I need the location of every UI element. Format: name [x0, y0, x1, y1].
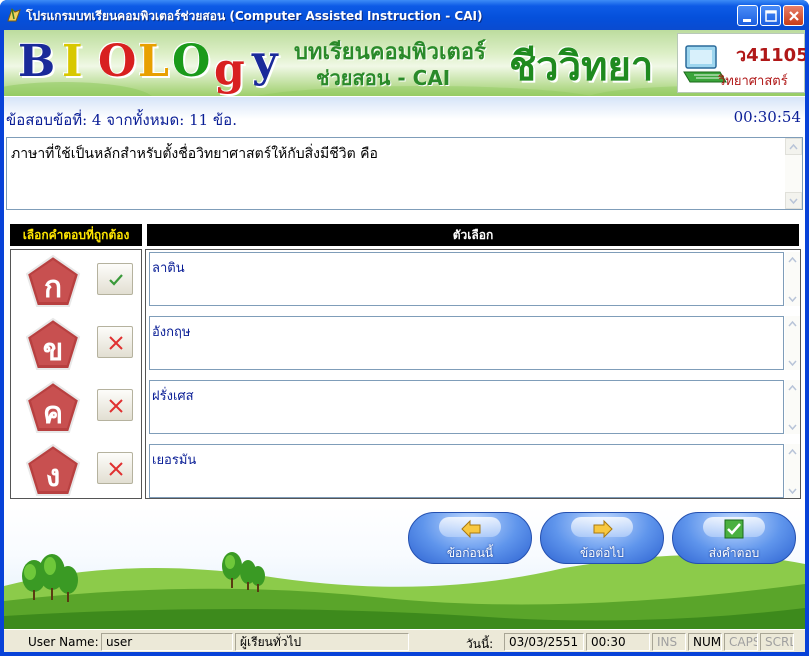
choice-badge-a[interactable]: ก [25, 254, 81, 310]
question-info-bar: ข้อสอบข้อที่: 4 จากทั้งหมด: 11 ข้อ. 00:3… [4, 96, 805, 134]
close-button[interactable] [783, 5, 804, 26]
application-window: โปรแกรมบทเรียนคอมพิวเตอร์ช่วยสอน (Comput… [0, 0, 809, 656]
ins-indicator: INS [652, 633, 686, 651]
course-code-box: ว41105 วิทยาศาสตร์ [677, 33, 805, 93]
cross-icon [109, 399, 123, 413]
banner-subtitle-line2: ช่วยสอน - CAI [316, 66, 451, 90]
choice-column: ก ข ค ง [10, 249, 142, 499]
question-area: ภาษาที่ใช้เป็นหลักสำหรับตั้งชื่อวิทยาศาส… [4, 134, 805, 214]
option-text: ลาติน [152, 261, 185, 276]
choice-letter: ก [43, 270, 63, 305]
arrow-down-icon [788, 424, 797, 431]
question-progress: ข้อสอบข้อที่: 4 จากทั้งหมด: 11 ข้อ. [6, 111, 237, 129]
choice-letter: ง [45, 459, 61, 494]
course-code: ว41105 [736, 45, 805, 66]
user-role-value: ผู้เรียนทั่วไป [235, 633, 409, 651]
banner-title: ชีววิทยา [509, 44, 654, 90]
option-d-textbox[interactable]: เยอรมัน [149, 444, 784, 498]
cross-icon [109, 462, 123, 476]
option-d-scrollbar[interactable] [785, 444, 800, 498]
arrow-up-icon [788, 448, 797, 455]
option-text: เยอรมัน [152, 453, 197, 468]
client-area: B I O L O g y บทเรียนคอมพิวเตอร์ ช่วยสอน… [4, 30, 805, 652]
arrow-left-icon [461, 519, 481, 539]
choice-badge-d[interactable]: ง [25, 443, 81, 499]
option-b-scrollbar[interactable] [785, 316, 800, 370]
option-text: ฝรั่งเศส [152, 389, 194, 404]
option-c-textbox[interactable]: ฝรั่งเศส [149, 380, 784, 434]
landscape-area: ข้อก่อนนี้ ข้อต่อไป ส่งคำตอบ [4, 506, 805, 629]
next-question-button[interactable]: ข้อต่อไป [540, 512, 664, 564]
arrow-down-icon [788, 296, 797, 303]
choice-a-check-button[interactable] [97, 263, 133, 295]
status-bar: User Name: user ผู้เรียนทั่วไป วันนี้: 0… [4, 629, 805, 652]
previous-question-button[interactable]: ข้อก่อนนี้ [408, 512, 532, 564]
logo-letter: I [62, 36, 83, 87]
arrow-up-icon [789, 143, 798, 150]
date-value: 03/03/2551 [504, 633, 584, 651]
minimize-icon [743, 19, 751, 22]
choice-b-cross-button[interactable] [97, 326, 133, 358]
minimize-button[interactable] [737, 5, 758, 26]
cross-icon [109, 336, 123, 350]
timer: 00:30:54 [733, 108, 801, 126]
caps-indicator: CAPS [724, 633, 758, 651]
choice-badge-b[interactable]: ข [25, 317, 81, 373]
checkbox-icon [724, 519, 744, 539]
option-a-scrollbar[interactable] [785, 252, 800, 306]
arrow-down-icon [788, 360, 797, 367]
submit-answer-label: ส่งคำตอบ [708, 546, 760, 560]
choice-letter: ค [42, 396, 64, 431]
option-a-textbox[interactable]: ลาติน [149, 252, 784, 306]
choice-d-cross-button[interactable] [97, 452, 133, 484]
window-title: โปรแกรมบทเรียนคอมพิวเตอร์ช่วยสอน (Comput… [26, 9, 483, 23]
option-b-textbox[interactable]: อังกฤษ [149, 316, 784, 370]
user-name-value: user [101, 633, 233, 651]
scroll-up-button[interactable] [785, 138, 802, 155]
arrow-up-icon [788, 320, 797, 327]
answer-panel: เลือกคำตอบที่ถูกต้อง ตัวเลือก ก ข ค ง ลา… [4, 214, 805, 506]
time-value: 00:30 [586, 633, 650, 651]
question-scrollbar[interactable] [785, 138, 802, 209]
logo-letter: g [214, 44, 245, 95]
maximize-button[interactable] [760, 5, 781, 26]
course-subject: วิทยาศาสตร์ [718, 74, 788, 89]
checkmark-icon [109, 274, 123, 286]
user-name-label: User Name: [28, 635, 99, 649]
app-icon [7, 8, 21, 22]
arrow-up-icon [788, 384, 797, 391]
next-question-label: ข้อต่อไป [579, 546, 625, 560]
maximize-icon [765, 10, 777, 22]
banner: B I O L O g y บทเรียนคอมพิวเตอร์ ช่วยสอน… [4, 30, 805, 96]
option-text: อังกฤษ [152, 325, 191, 340]
option-c-scrollbar[interactable] [785, 380, 800, 434]
arrow-down-icon [789, 198, 798, 205]
num-indicator: NUM [688, 633, 722, 651]
arrow-up-icon [788, 256, 797, 263]
question-textbox[interactable]: ภาษาที่ใช้เป็นหลักสำหรับตั้งชื่อวิทยาศาส… [6, 137, 803, 210]
logo-letter: L [138, 36, 169, 87]
choice-c-cross-button[interactable] [97, 389, 133, 421]
logo-letter: O [172, 36, 211, 87]
logo-letter: O [98, 36, 137, 87]
arrow-down-icon [788, 488, 797, 495]
options-header: ตัวเลือก [147, 224, 799, 246]
scroll-down-button[interactable] [785, 192, 802, 209]
scrl-indicator: SCRL [760, 633, 794, 651]
choose-answer-header: เลือกคำตอบที่ถูกต้อง [10, 224, 142, 246]
logo-letter: B [18, 36, 56, 87]
choice-letter: ข [42, 333, 64, 368]
close-icon [789, 11, 799, 21]
arrow-right-icon [593, 519, 613, 539]
previous-question-label: ข้อก่อนนี้ [446, 546, 494, 560]
logo-letter: y [252, 36, 278, 87]
title-bar[interactable]: โปรแกรมบทเรียนคอมพิวเตอร์ช่วยสอน (Comput… [0, 0, 809, 30]
question-text: ภาษาที่ใช้เป็นหลักสำหรับตั้งชื่อวิทยาศาส… [11, 146, 378, 162]
options-column: ลาติน อังกฤษ ฝรั่งเศส เยอรมัน [145, 249, 801, 499]
date-label: วันนี้: [466, 637, 494, 651]
submit-answer-button[interactable]: ส่งคำตอบ [672, 512, 796, 564]
choice-badge-c[interactable]: ค [25, 380, 81, 436]
